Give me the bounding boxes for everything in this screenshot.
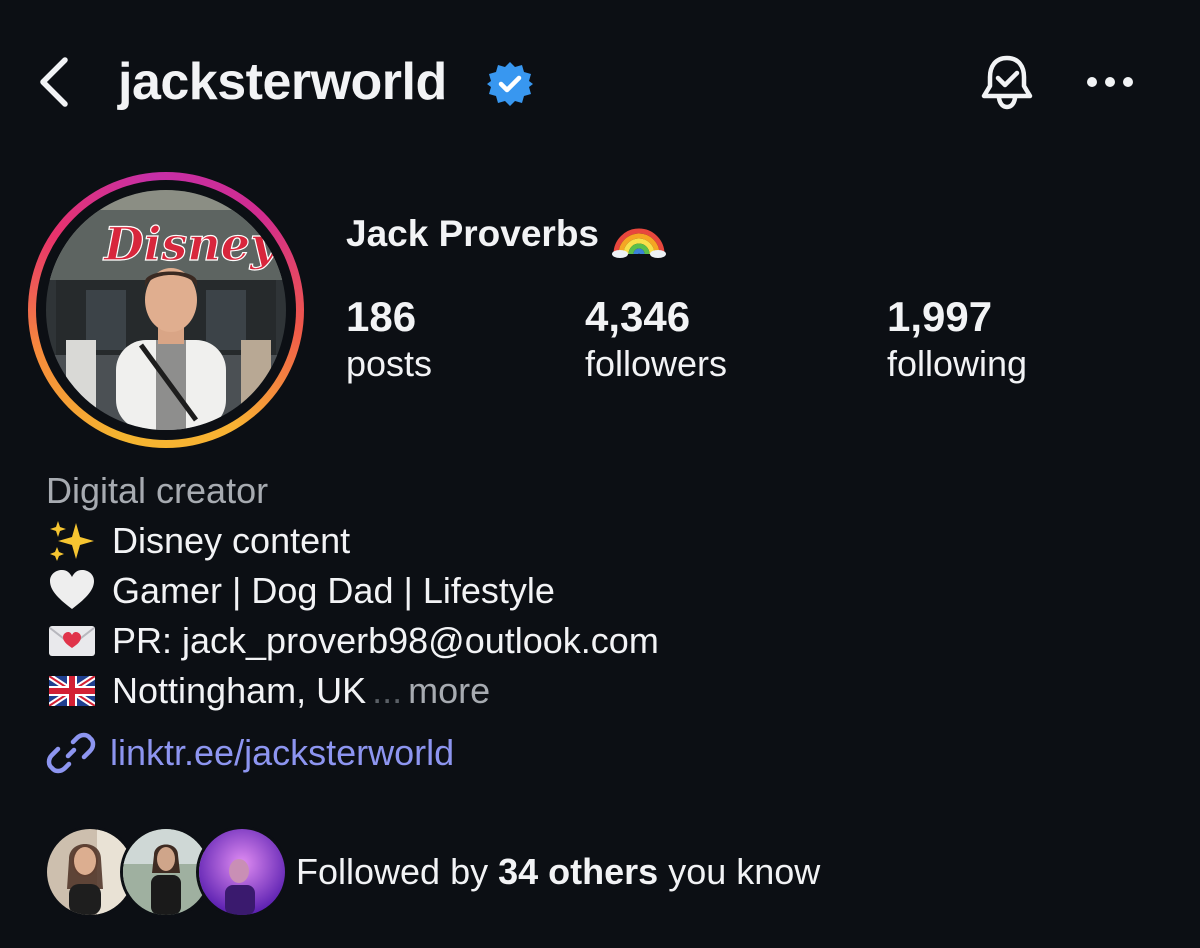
back-icon <box>40 57 68 107</box>
notification-bell-button[interactable] <box>976 52 1038 114</box>
profile-username: jacksterworld <box>118 53 447 111</box>
bio-line-text: Disney content <box>112 520 351 561</box>
bio-more-link[interactable]: more <box>408 666 490 716</box>
mutual-avatar-3 <box>196 826 288 918</box>
bio-line-pr-email: PR: jack_proverb98@outlook.com <box>46 616 659 666</box>
profile-display-name: Jack Proverbs <box>346 213 600 254</box>
profile-avatar-story-ring[interactable]: Disney <box>28 172 304 448</box>
following-label: following <box>887 343 1028 384</box>
love-letter-emoji <box>46 621 98 661</box>
posts-label: posts <box>346 343 433 384</box>
bio-line-text: Gamer | Dog Dad | Lifestyle <box>112 570 555 611</box>
followed-by-prefix: Followed by <box>296 851 489 892</box>
following-stat[interactable]: 1,997 following <box>887 292 1027 386</box>
posts-stat[interactable]: 186 posts <box>346 292 432 386</box>
link-text: linktr.ee/jacksterworld <box>110 732 455 773</box>
followers-label: followers <box>585 343 728 384</box>
rainbow-emoji <box>612 228 666 258</box>
following-count: 1,997 <box>887 293 993 340</box>
profile-external-link[interactable]: linktr.ee/jacksterworld <box>46 728 454 778</box>
posts-count: 186 <box>346 293 417 340</box>
white-heart-emoji <box>46 570 98 611</box>
profile-avatar: Disney <box>46 190 286 430</box>
profile-category: Digital creator <box>46 470 269 511</box>
followers-stat[interactable]: 4,346 followers <box>585 292 727 386</box>
notification-bell-icon <box>981 55 1033 110</box>
followed-by-row[interactable]: Followed by 34 others you know <box>44 826 1144 918</box>
bio-ellipsis: ... <box>372 670 403 711</box>
bio-line-text: Nottingham, UK <box>112 670 367 711</box>
profile-header: jacksterworld <box>0 0 1200 170</box>
more-options-icon <box>1087 77 1133 87</box>
bio-line-interests: Gamer | Dog Dad | Lifestyle <box>46 566 659 616</box>
followers-count: 4,346 <box>585 293 691 340</box>
link-icon <box>46 732 96 774</box>
back-button[interactable] <box>34 52 74 112</box>
bio-line-text: PR: jack_proverb98@outlook.com <box>112 620 659 661</box>
profile-bio: Digital creator Disney content Gamer | D… <box>46 466 659 716</box>
sparkles-emoji <box>46 521 98 561</box>
more-options-button[interactable] <box>1082 62 1138 102</box>
verified-badge-icon <box>487 62 533 106</box>
avatar-photo-illustration: Disney <box>46 190 286 430</box>
followed-by-text: Followed by 34 others you know <box>296 848 820 896</box>
bio-line-location: Nottingham, UK ... more <box>46 666 659 716</box>
uk-flag-emoji <box>46 671 98 711</box>
followed-by-suffix: you know <box>668 851 821 892</box>
followed-by-count: 34 others <box>498 851 659 892</box>
bio-line-disney: Disney content <box>46 516 659 566</box>
